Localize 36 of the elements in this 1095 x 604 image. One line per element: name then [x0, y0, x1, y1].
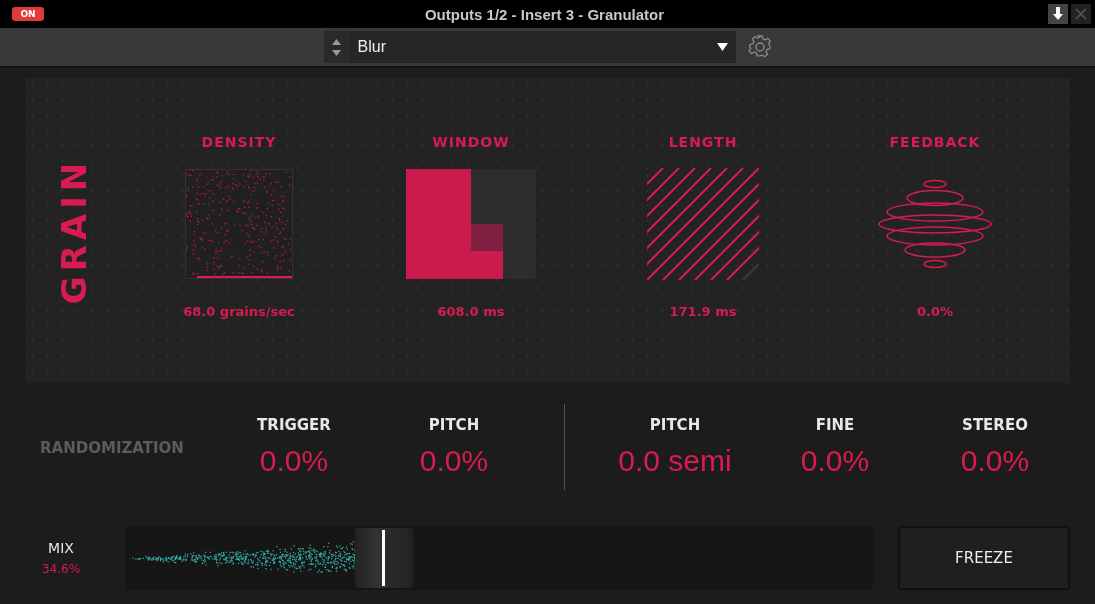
parameter-value[interactable]: 0.0%: [259, 444, 329, 478]
download-arrow-icon: [1052, 7, 1064, 21]
parameter-value[interactable]: 0.0 semi: [618, 444, 732, 478]
caret-icon: [716, 43, 728, 51]
power-button[interactable]: ON: [12, 7, 44, 21]
parameter-label: PITCH: [649, 416, 701, 434]
parameter-label: DENSITY: [201, 134, 277, 152]
parameter-label: STEREO: [962, 416, 1028, 434]
preset-dropdown[interactable]: Blur: [349, 31, 736, 63]
mix-reading: 34.6%: [41, 562, 81, 576]
parameter-value[interactable]: 171.9 ms: [669, 304, 737, 319]
preset-stepper[interactable]: [323, 31, 350, 63]
settings-icon[interactable]: [747, 35, 772, 59]
mix-label: MIX: [48, 540, 74, 556]
parameter-value[interactable]: 0.0%: [800, 444, 870, 478]
freeze-button[interactable]: FREEZE: [898, 526, 1070, 590]
parameter-value[interactable]: 0.0%: [419, 444, 489, 478]
parameter-value[interactable]: 68.0 grains/sec: [183, 304, 295, 319]
parameter-label: LENGTH: [668, 134, 738, 152]
parameter-value[interactable]: 608.0 ms: [437, 304, 505, 319]
up-arrow-icon: [332, 38, 341, 45]
parameter-value[interactable]: 0.0%: [916, 304, 954, 319]
parameter-label: FEEDBACK: [889, 134, 981, 152]
close-icon: [1075, 8, 1087, 20]
parameter-label: PITCH: [428, 416, 480, 434]
mix-slider-track[interactable]: [125, 526, 873, 590]
down-arrow-icon: [332, 49, 341, 56]
mix-slider-thumb[interactable]: [354, 528, 413, 588]
download-button[interactable]: [1048, 4, 1068, 24]
parameter-label: FINE: [815, 416, 855, 434]
window-title: Outputs 1/2 - Insert 3 - Granulator: [423, 5, 666, 23]
parameter-label: TRIGGER: [257, 416, 331, 434]
section-title: GRAIN: [54, 157, 94, 304]
parameter-label: WINDOW: [432, 134, 510, 152]
section-title: RANDOMIZATION: [40, 438, 184, 457]
parameter-value[interactable]: 0.0%: [960, 444, 1030, 478]
